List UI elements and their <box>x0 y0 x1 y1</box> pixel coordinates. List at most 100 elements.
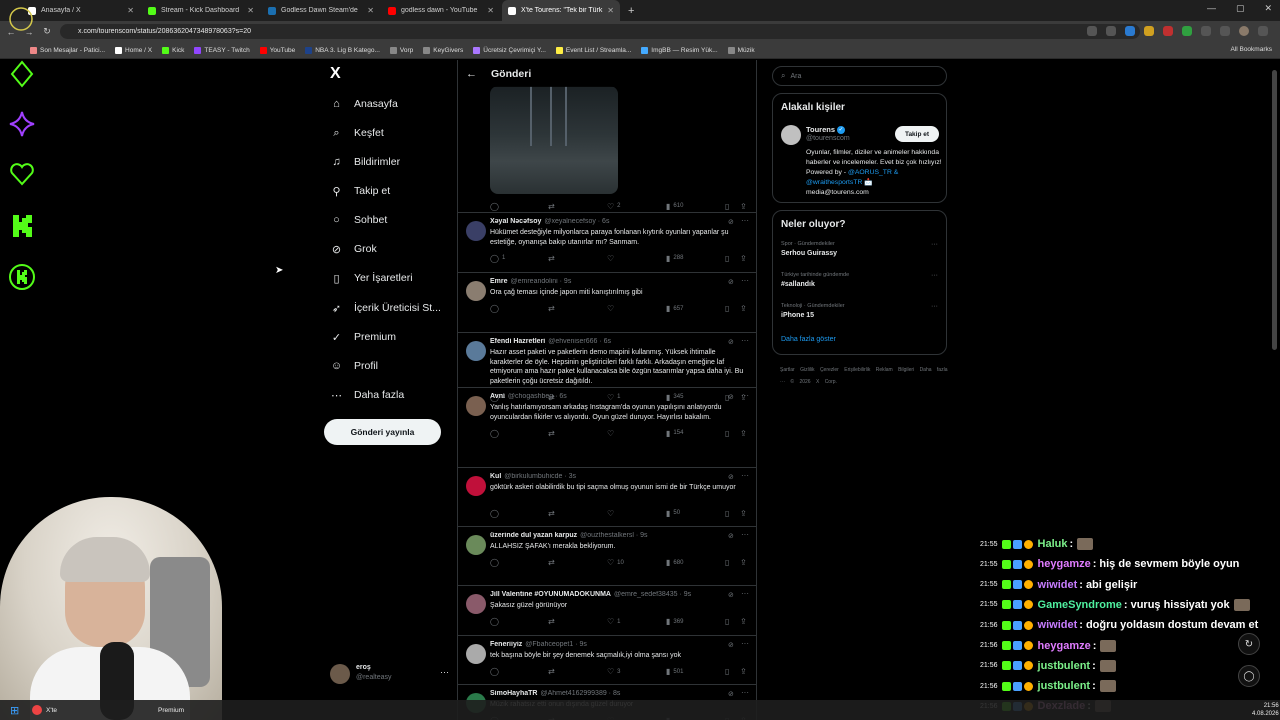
grok-icon[interactable]: ⊘ <box>728 591 734 599</box>
bookmark-icon[interactable]: ▯ <box>725 429 732 438</box>
post-media-image[interactable] <box>490 86 618 194</box>
bookmark-icon[interactable]: ▯ <box>725 617 732 626</box>
like-icon[interactable]: ♡ 1 <box>607 617 621 626</box>
reply-author-name[interactable]: Efendi Hazretleri <box>490 338 545 345</box>
bookmark-item[interactable]: Müzik <box>727 46 755 54</box>
extensions-puzzle-icon[interactable] <box>1201 26 1211 36</box>
nav-item-profile[interactable]: ☺ Profil <box>330 356 378 376</box>
avatar[interactable] <box>466 476 486 496</box>
more-icon[interactable]: ··· <box>741 688 749 697</box>
close-icon[interactable]: ✕ <box>367 6 374 15</box>
reply-post[interactable]: Jill Valentine #OYUNUMADOKUNMA @emre_sede… <box>458 585 756 635</box>
nav-item-explore[interactable]: ⌕ Keşfet <box>330 123 383 143</box>
views-icon[interactable]: ▮ 680 <box>666 558 683 567</box>
account-switcher[interactable]: eroş @realteasy ··· <box>330 662 450 688</box>
browser-tab[interactable]: Stream - Kick Dashboard ✕ <box>142 0 260 21</box>
sidebar-icon[interactable] <box>1220 26 1230 36</box>
chat-username[interactable]: heygamze <box>1038 558 1091 570</box>
views-icon[interactable]: ▮ 369 <box>666 617 683 626</box>
reply-post[interactable]: Kul @birkulumbuhicde · 3s ⊘ ··· göktürk aske… <box>458 467 756 526</box>
reply-post[interactable]: üzerinde dul yazan karpuz @ouzthestalkers… <box>458 526 756 585</box>
nav-item-notifications[interactable]: ♫ Bildirimler <box>330 152 400 172</box>
nav-item-home[interactable]: ⌂ Anasayfa <box>330 94 398 114</box>
avatar[interactable] <box>1239 26 1249 36</box>
views-icon[interactable]: ▮ 154 <box>666 429 683 438</box>
menu-icon[interactable] <box>1258 26 1268 36</box>
close-icon[interactable]: ✕ <box>127 6 134 15</box>
reply-author-name[interactable]: üzerinde dul yazan karpuz <box>490 532 577 539</box>
reply-author-name[interactable]: Emre <box>490 278 508 285</box>
more-icon[interactable]: ··· <box>741 336 749 345</box>
retweet-icon[interactable]: ⇄ <box>548 304 558 313</box>
reply-icon[interactable]: ◯ <box>490 304 502 313</box>
taskbar-item-premium[interactable]: Premium <box>158 703 184 717</box>
reply-author-name[interactable]: Jill Valentine #OYUNUMADOKUNMA <box>490 591 611 598</box>
more-icon[interactable]: ··· <box>741 216 749 225</box>
reply-post[interactable]: Xəyal Nəcəfsoy @xeyalnecefsoy · 6s ⊘ ··· Hük… <box>458 212 756 272</box>
share-icon[interactable]: ⇪ <box>740 202 750 211</box>
trend-item[interactable]: Teknoloji · Gündemdekiler iPhone 15 ··· <box>781 303 941 319</box>
chat-username[interactable]: justbulent <box>1038 680 1091 692</box>
more-icon[interactable]: ··· <box>931 303 938 310</box>
reload-icon[interactable]: ↻ <box>40 26 54 37</box>
post-button[interactable]: Gönderi yayınla <box>324 419 441 445</box>
related-user-name[interactable]: Tourens ✓ <box>806 125 846 135</box>
browser-tab[interactable]: godless dawn - YouTube ✕ <box>382 0 500 21</box>
more-icon[interactable]: ··· <box>931 272 938 279</box>
more-icon[interactable]: ··· <box>741 530 749 539</box>
reply-author-name[interactable]: Xəyal Nəcəfsoy <box>490 218 541 225</box>
follow-button[interactable]: Takip et <box>895 126 939 142</box>
back-arrow-icon[interactable]: ← <box>466 68 477 80</box>
more-icon[interactable]: ··· <box>741 276 749 285</box>
reply-icon[interactable]: ◯ 1 <box>490 254 505 263</box>
trend-item[interactable]: Spor · Gündemdekiler Serhou Guirassy ··· <box>781 241 941 257</box>
chat-username[interactable]: wiwidet <box>1038 579 1078 591</box>
share-icon[interactable]: ⇪ <box>740 617 750 626</box>
grok-icon[interactable]: ⊘ <box>728 218 734 226</box>
chat-username[interactable]: heygamze <box>1038 640 1091 652</box>
like-icon[interactable]: ♡ <box>607 304 617 313</box>
extension-icon[interactable] <box>1144 26 1154 36</box>
more-icon[interactable]: ··· <box>741 471 749 480</box>
chat-bubble-icon[interactable]: ◯ <box>1238 665 1260 687</box>
reply-icon[interactable]: ◯ <box>490 617 502 626</box>
bookmark-icon[interactable]: ▯ <box>725 667 732 676</box>
avatar[interactable] <box>466 396 486 416</box>
chat-username[interactable]: Haluk <box>1038 538 1068 550</box>
bookmark-item[interactable]: Vorp <box>389 46 413 54</box>
avatar[interactable] <box>781 125 801 145</box>
bookmark-item[interactable]: ImgBB — Resim Yük... <box>641 46 718 54</box>
like-icon[interactable]: ♡ 2 <box>607 202 621 211</box>
like-icon[interactable]: ♡ <box>607 254 617 263</box>
bookmark-item[interactable]: TEASY - Twitch <box>194 46 250 54</box>
minimize-icon[interactable]: — <box>1207 3 1216 14</box>
reply-author-name[interactable]: Kul <box>490 473 501 480</box>
more-icon[interactable]: ··· <box>741 639 749 648</box>
like-icon[interactable]: ♡ 3 <box>607 667 621 676</box>
views-icon[interactable]: ▮ 610 <box>666 202 683 211</box>
views-icon[interactable]: ▮ 288 <box>666 254 683 263</box>
share-icon[interactable]: ⇪ <box>740 667 750 676</box>
extension-icon[interactable] <box>1125 26 1135 36</box>
close-icon[interactable]: ✕ <box>247 6 254 15</box>
share-icon[interactable]: ⇪ <box>740 254 750 263</box>
close-icon[interactable]: ✕ <box>487 6 494 15</box>
extension-icon[interactable] <box>1163 26 1173 36</box>
reply-post[interactable]: Avni @chogashbeg · 6s ⊘ ··· Yanlış hatırlamı… <box>458 387 756 467</box>
share-icon[interactable]: ⇪ <box>740 429 750 438</box>
reply-post[interactable]: Feneriiyiz @Fbahceopet1 · 9s ⊘ ··· tek başın… <box>458 635 756 684</box>
retweet-icon[interactable]: ⇄ <box>548 558 558 567</box>
bookmark-item[interactable]: Ücretsiz Çevrimiçi Y... <box>473 46 546 54</box>
bookmark-item[interactable]: Home / X <box>115 46 152 54</box>
close-icon[interactable]: ✕ <box>607 6 614 15</box>
share-icon[interactable]: ⇪ <box>740 509 750 518</box>
like-icon[interactable]: ♡ <box>607 509 617 518</box>
trend-item[interactable]: Türkiye tarihinde gündemde #sallandık ··· <box>781 272 941 288</box>
chat-username[interactable]: justbulent <box>1038 660 1091 672</box>
reply-author-name[interactable]: Avni <box>490 393 505 400</box>
nav-item-grok[interactable]: ⊘ Grok <box>330 239 377 259</box>
views-icon[interactable]: ▮ 501 <box>666 667 683 676</box>
avatar[interactable] <box>466 644 486 664</box>
browser-tab[interactable]: Anasayfa / X ✕ <box>22 0 140 21</box>
search-input[interactable]: ⌕ Ara <box>772 66 947 86</box>
